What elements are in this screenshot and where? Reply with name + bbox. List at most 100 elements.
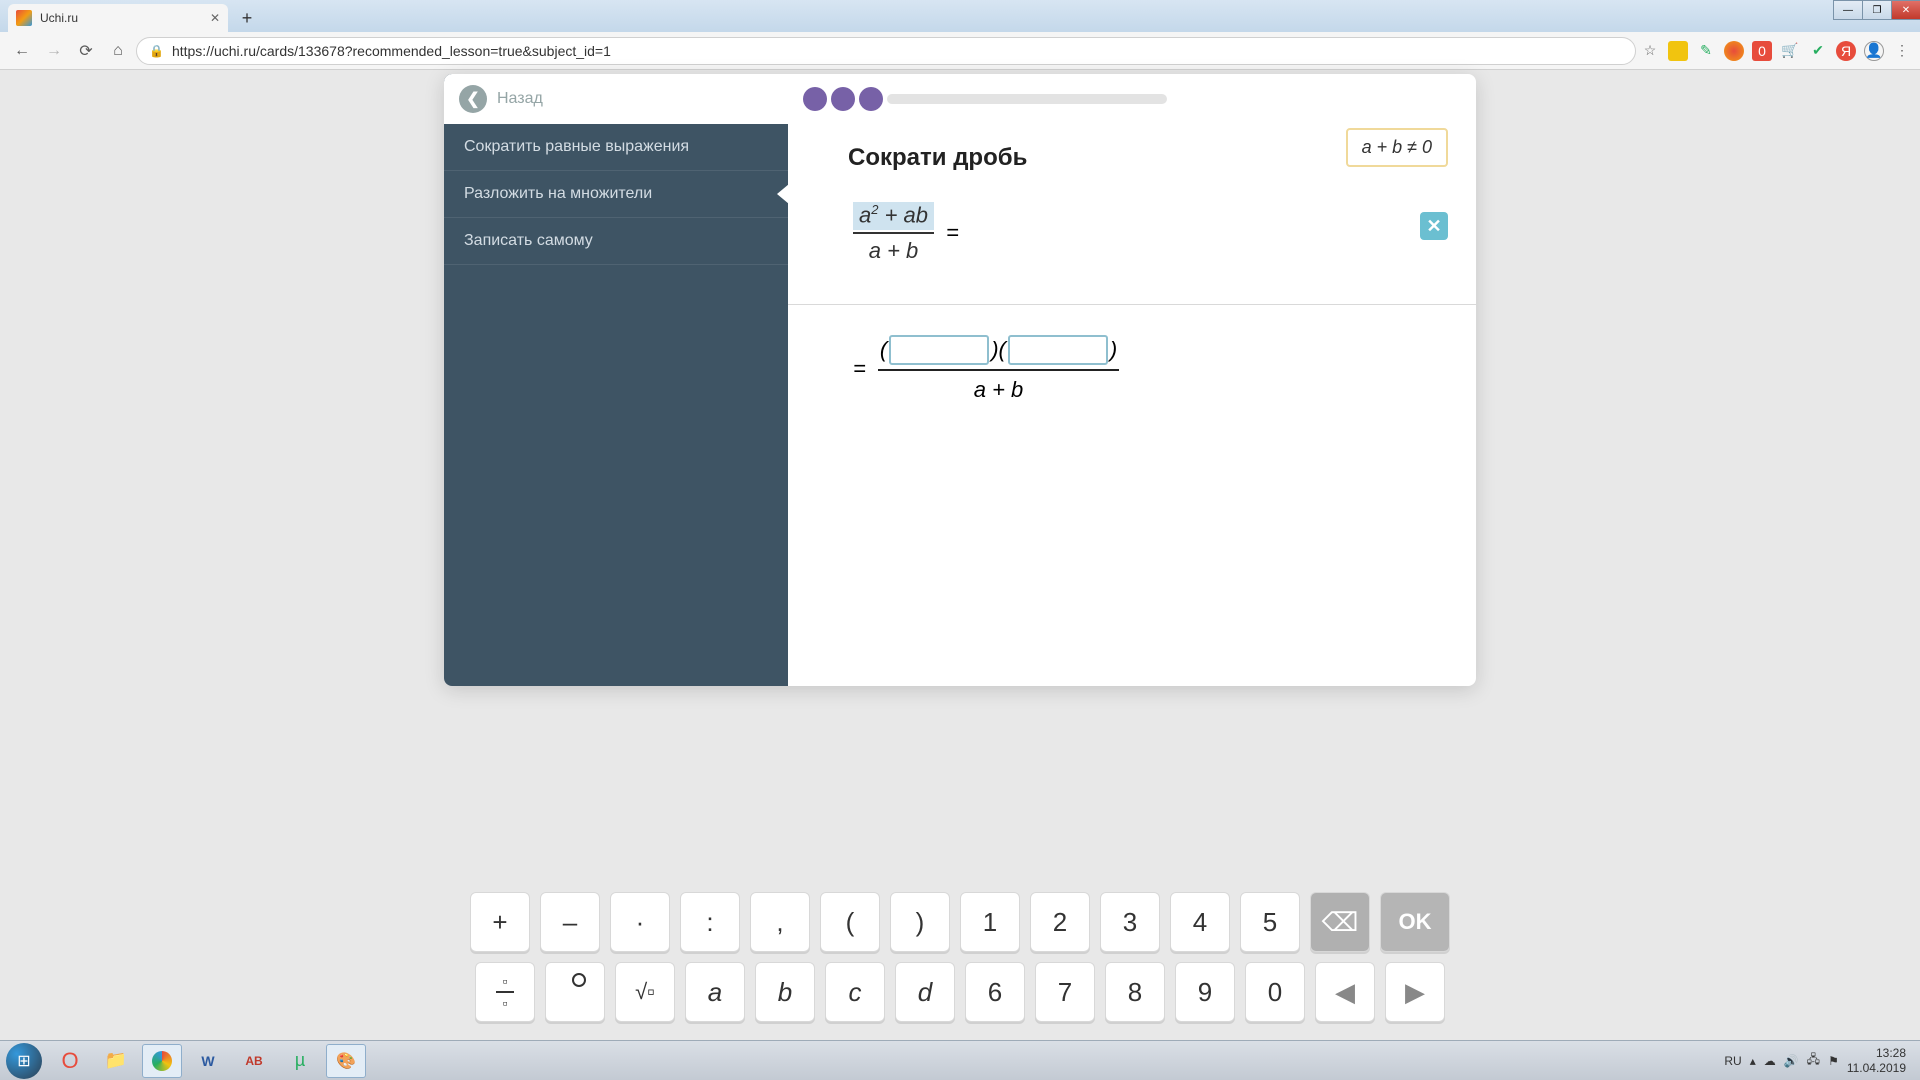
task-abbyy[interactable]: AB: [234, 1044, 274, 1078]
ext-green-icon[interactable]: ✎: [1696, 41, 1716, 61]
key-power[interactable]: [545, 962, 605, 1022]
system-tray: RU ▴ ☁ 🔊 🖧 ⚑ 13:28 11.04.2019: [1724, 1046, 1916, 1075]
numerator[interactable]: a2 + ab: [853, 202, 934, 230]
close-icon: ✕: [1426, 216, 1441, 237]
back-row[interactable]: ❮ Назад: [444, 74, 788, 124]
url-input[interactable]: 🔒 https://uchi.ru/cards/133678?recommend…: [136, 37, 1636, 65]
constraint-text: a + b ≠ 0: [1362, 137, 1432, 157]
windows-icon: ⊞: [6, 1043, 42, 1079]
taskbar: ⊞ O 📁 W AB µ 🎨 RU ▴ ☁ 🔊 🖧 ⚑ 13:28 11.04.…: [0, 1040, 1920, 1080]
backspace-icon: ⌫: [1322, 907, 1359, 938]
factor-input-2[interactable]: [1008, 335, 1108, 365]
key-lparen[interactable]: (: [820, 892, 880, 952]
forward-button[interactable]: →: [40, 37, 68, 65]
key-d[interactable]: d: [895, 962, 955, 1022]
sidebar-item-label: Записать самому: [464, 232, 593, 249]
time-text: 13:28: [1847, 1046, 1906, 1060]
equals-sign: =: [946, 220, 959, 246]
task-paint[interactable]: 🎨: [326, 1044, 366, 1078]
page-area: ❮ Назад Сократить равные выражения Разло…: [0, 70, 1920, 1040]
key-0[interactable]: 0: [1245, 962, 1305, 1022]
key-plus[interactable]: +: [470, 892, 530, 952]
key-sqrt[interactable]: √▫: [615, 962, 675, 1022]
key-next[interactable]: ▶: [1385, 962, 1445, 1022]
work-fraction: ( )( ) a + b: [878, 335, 1119, 403]
ext-cart-icon[interactable]: 🛒: [1780, 41, 1800, 61]
close-window-button[interactable]: ✕: [1891, 0, 1920, 20]
key-2[interactable]: 2: [1030, 892, 1090, 952]
task-utorrent[interactable]: µ: [280, 1044, 320, 1078]
key-comma[interactable]: ,: [750, 892, 810, 952]
key-a[interactable]: a: [685, 962, 745, 1022]
clear-button[interactable]: ✕: [1420, 212, 1448, 240]
star-icon[interactable]: ☆: [1640, 41, 1660, 61]
sidebar-item-factor[interactable]: Разложить на множители: [444, 171, 788, 218]
extension-icons: ☆ ✎ 0 🛒 ✔ Я 👤 ⋮: [1640, 41, 1912, 61]
sidebar-item-simplify[interactable]: Сократить равные выражения: [444, 124, 788, 171]
factor-input-1[interactable]: [889, 335, 989, 365]
new-tab-button[interactable]: +: [236, 7, 258, 29]
tray-cloud-icon[interactable]: ☁: [1764, 1054, 1776, 1068]
key-colon[interactable]: :: [680, 892, 740, 952]
tray-network-icon[interactable]: 🖧: [1807, 1050, 1820, 1071]
clock[interactable]: 13:28 11.04.2019: [1847, 1046, 1906, 1075]
key-ok[interactable]: OK: [1380, 892, 1450, 952]
key-3[interactable]: 3: [1100, 892, 1160, 952]
key-6[interactable]: 6: [965, 962, 1025, 1022]
key-8[interactable]: 8: [1105, 962, 1165, 1022]
back-label: Назад: [497, 90, 543, 108]
sidebar-item-write[interactable]: Записать самому: [444, 218, 788, 265]
back-button[interactable]: ←: [8, 37, 36, 65]
ext-adblock-icon[interactable]: 0: [1752, 41, 1772, 61]
tray-volume-icon[interactable]: 🔊: [1784, 1054, 1799, 1068]
ext-ball-icon[interactable]: [1724, 41, 1744, 61]
key-7[interactable]: 7: [1035, 962, 1095, 1022]
key-prev[interactable]: ◀: [1315, 962, 1375, 1022]
key-backspace[interactable]: ⌫: [1310, 892, 1370, 952]
tray-action-icon[interactable]: ⚑: [1828, 1054, 1839, 1068]
maximize-button[interactable]: ❐: [1862, 0, 1892, 20]
key-rparen[interactable]: ): [890, 892, 950, 952]
key-c[interactable]: c: [825, 962, 885, 1022]
menu-icon[interactable]: ⋮: [1892, 41, 1912, 61]
open-paren: (: [878, 337, 889, 363]
lang-indicator[interactable]: RU: [1724, 1054, 1741, 1068]
task-opera[interactable]: O: [50, 1044, 90, 1078]
keypad-row-2: ▫▫ √▫ a b c d 6 7 8 9 0 ◀ ▶: [475, 962, 1445, 1022]
back-arrow-icon[interactable]: ❮: [459, 85, 487, 113]
progress-row: [788, 74, 1476, 124]
key-fraction[interactable]: ▫▫: [475, 962, 535, 1022]
key-9[interactable]: 9: [1175, 962, 1235, 1022]
ext-bookmark-icon[interactable]: [1668, 41, 1688, 61]
task-explorer[interactable]: 📁: [96, 1044, 136, 1078]
tray-flag-icon[interactable]: ▴: [1750, 1054, 1756, 1068]
profile-icon[interactable]: 👤: [1864, 41, 1884, 61]
task-chrome[interactable]: [142, 1044, 182, 1078]
reload-button[interactable]: ⟳: [72, 37, 100, 65]
key-4[interactable]: 4: [1170, 892, 1230, 952]
tab-close-icon[interactable]: ✕: [210, 11, 220, 25]
start-button[interactable]: ⊞: [4, 1044, 44, 1078]
ext-check-icon[interactable]: ✔: [1808, 41, 1828, 61]
window-controls: — ❐ ✕: [1833, 0, 1920, 20]
minimize-button[interactable]: —: [1833, 0, 1863, 20]
work-numerator: ( )( ): [878, 335, 1119, 369]
key-5[interactable]: 5: [1240, 892, 1300, 952]
triangle-left-icon: ◀: [1335, 977, 1355, 1008]
equals-sign: =: [853, 356, 866, 382]
fraction-line: [853, 232, 934, 234]
lesson-main: a + b ≠ 0 Сократи дробь a2 + ab a + b = …: [788, 74, 1476, 686]
key-dot[interactable]: ·: [610, 892, 670, 952]
browser-tab[interactable]: Uchi.ru ✕: [8, 4, 228, 32]
key-b[interactable]: b: [755, 962, 815, 1022]
task-word[interactable]: W: [188, 1044, 228, 1078]
home-button[interactable]: ⌂: [104, 37, 132, 65]
key-1[interactable]: 1: [960, 892, 1020, 952]
constraint-badge: a + b ≠ 0: [1346, 128, 1448, 167]
fraction-original: a2 + ab a + b: [853, 202, 934, 264]
ext-yandex-icon[interactable]: Я: [1836, 41, 1856, 61]
url-text: https://uchi.ru/cards/133678?recommended…: [172, 43, 611, 59]
dot-icon: [831, 87, 855, 111]
sqrt-icon: √▫: [635, 979, 655, 1005]
key-minus[interactable]: –: [540, 892, 600, 952]
